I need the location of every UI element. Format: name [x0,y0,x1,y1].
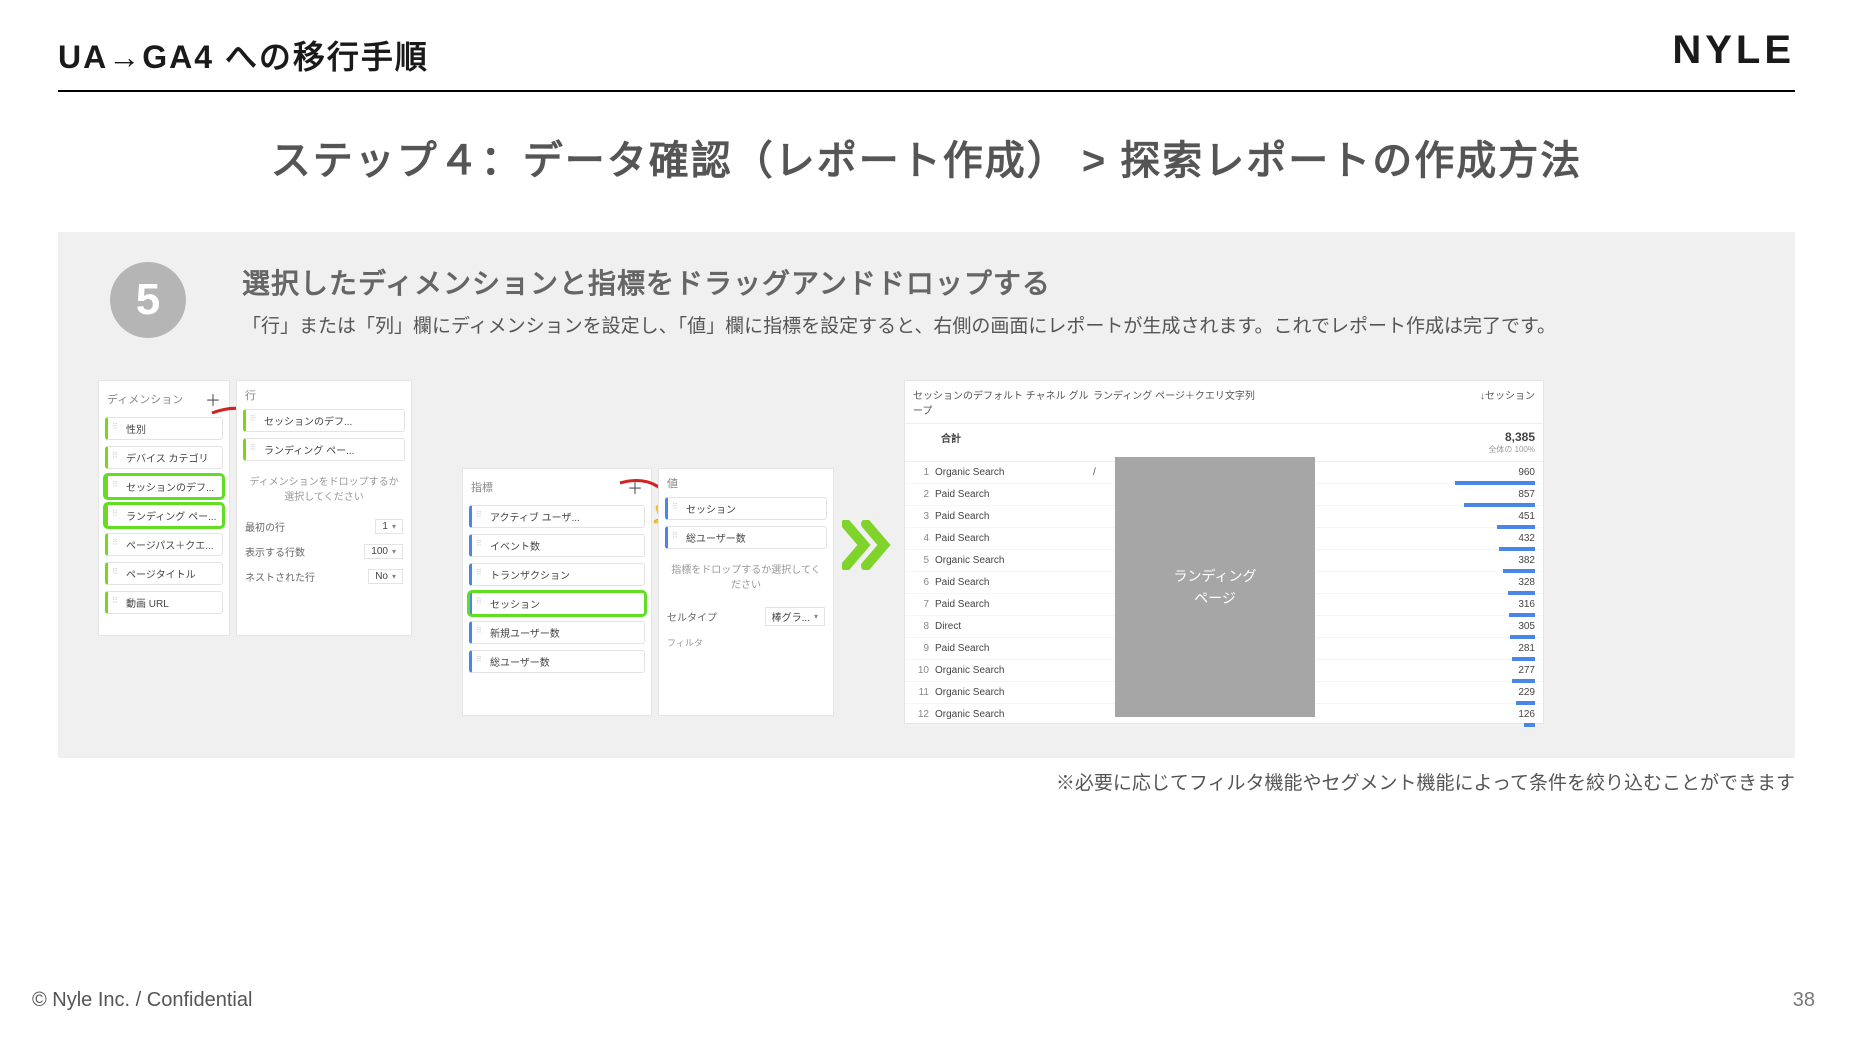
metric-pill[interactable]: ⠿総ユーザー数 [469,650,645,673]
row-value: 432 [1445,533,1535,544]
dimension-pill[interactable]: ⠿セッションのデフ... [105,475,223,498]
config-select[interactable]: No [368,569,403,584]
col-landing-page: ランディング ページ＋クエリ文字列 [1093,387,1445,417]
value-metric-pill[interactable]: ⠿セッション [665,497,827,520]
dimensions-panel: ディメンション ＋ ⠿性別 ⠿デバイス カテゴリ ⠿セッションのデフ... ⠿ランディ… [98,380,230,636]
row-index: 12 [913,709,935,720]
row-channel: Paid Search [935,643,1093,654]
result-report-panel: セッションのデフォルト チャネル グループ ランディング ページ＋クエリ文字列 … [904,380,1544,724]
config-select[interactable]: 100 [364,544,403,559]
metric-pill[interactable]: ⠿アクティブ ユーザ... [469,505,645,528]
row-channel: Organic Search [935,665,1093,676]
cell-type-select[interactable]: 棒グラ... [765,607,825,626]
row-value: 316 [1445,599,1535,610]
screenshots-row: ディメンション ＋ ⠿性別 ⠿デバイス カテゴリ ⠿セッションのデフ... ⠿ランディ… [98,380,1765,748]
metric-pill[interactable]: ⠿新規ユーザー数 [469,621,645,644]
row-index: 7 [913,599,935,610]
row-index: 6 [913,577,935,588]
dimension-pill[interactable]: ⠿ページパス＋クエ... [105,533,223,556]
total-label: 合計 [913,430,1093,455]
row-value: 857 [1445,489,1535,500]
dimension-pill[interactable]: ⠿動画 URL [105,591,223,614]
config-label: ネストされた行 [245,569,315,584]
rows-config-panel: 行 ⠿セッションのデフ... ⠿ランディング ペー... ディメンションをドロップ… [236,380,412,636]
header-title: UA→GA4 への移行手順 [58,32,1795,78]
rows-drop-hint[interactable]: ディメンションをドロップするか選択してください [243,467,405,509]
row-value: 960 [1445,467,1535,478]
row-channel: Organic Search [935,555,1093,566]
row-index: 10 [913,665,935,676]
metric-pill[interactable]: ⠿トランザクション [469,563,645,586]
values-title: 値 [667,475,678,491]
step-heading: 選択したディメンションと指標をドラッグアンドドロップする [242,262,1761,302]
add-metric-icon[interactable]: ＋ [627,475,643,499]
config-label: 表示する行数 [245,544,305,559]
row-dimension-pill[interactable]: ⠿セッションのデフ... [243,409,405,432]
values-panel: 値 ⠿セッション ⠿総ユーザー数 指標をドロップするか選択してください セルタイプ… [658,468,834,716]
row-index: 4 [913,533,935,544]
config-select[interactable]: 1 [375,519,403,534]
dimension-pill[interactable]: ⠿性別 [105,417,223,440]
dimension-pill[interactable]: ⠿ページタイトル [105,562,223,585]
row-channel: Paid Search [935,577,1093,588]
values-drop-hint[interactable]: 指標をドロップするか選択してください [665,555,827,597]
row-index: 2 [913,489,935,500]
config-label: 最初の行 [245,519,285,534]
footnote: ※必要に応じてフィルタ機能やセグメント機能によって条件を絞り込むことができます [0,768,1795,795]
footer-confidential: © Nyle Inc. / Confidential [32,989,252,1012]
col-sessions[interactable]: ↓セッション [1445,387,1535,417]
dimension-pill[interactable]: ⠿デバイス カテゴリ [105,446,223,469]
content-panel: 5 選択したディメンションと指標をドラッグアンドドロップする 「行」または「列」… [58,232,1795,758]
row-value: 328 [1445,577,1535,588]
row-value: 305 [1445,621,1535,632]
metrics-title: 指標 [471,479,493,495]
step-number-badge: 5 [110,262,186,338]
slide-header: UA→GA4 への移行手順 NYLE [58,32,1795,92]
page-number: 38 [1793,989,1815,1012]
row-landing-page: / [1093,467,1096,478]
add-dimension-icon[interactable]: ＋ [205,387,221,411]
row-index: 11 [913,687,935,698]
row-channel: Organic Search [935,687,1093,698]
metrics-panel: 指標 ＋ ⠿アクティブ ユーザ... ⠿イベント数 ⠿トランザクション ⠿セッション ⠿… [462,468,652,716]
brand-logo: NYLE [1672,28,1795,73]
filter-label: フィルタ [659,634,833,651]
row-index: 8 [913,621,935,632]
dimension-pill[interactable]: ⠿ランディング ペー... [105,504,223,527]
row-value: 451 [1445,511,1535,522]
metric-pill[interactable]: ⠿セッション [469,592,645,615]
main-title: ステップ４：データ確認（レポート作成） > 探索レポートの作成方法 [0,128,1853,186]
value-metric-pill[interactable]: ⠿総ユーザー数 [665,526,827,549]
cell-type-label: セルタイプ [667,609,717,624]
row-channel: Paid Search [935,511,1093,522]
row-value: 126 [1445,709,1535,720]
row-index: 3 [913,511,935,522]
dimensions-title: ディメンション [107,391,183,407]
rows-title: 行 [245,387,256,403]
row-channel: Paid Search [935,533,1093,544]
row-index: 1 [913,467,935,478]
row-index: 5 [913,555,935,566]
row-value: 277 [1445,665,1535,676]
row-index: 9 [913,643,935,654]
total-value: 8,385 [1505,430,1535,444]
row-value: 229 [1445,687,1535,698]
total-subtext: 全体の 100% [1445,444,1535,455]
row-value: 281 [1445,643,1535,654]
row-channel: Paid Search [935,489,1093,500]
double-chevron-icon [842,520,892,570]
metric-pill[interactable]: ⠿イベント数 [469,534,645,557]
landing-page-redaction: ランディング ページ [1115,457,1315,717]
row-channel: Organic Search [935,467,1093,478]
row-channel: Paid Search [935,599,1093,610]
row-value: 382 [1445,555,1535,566]
row-channel: Direct [935,621,1093,632]
row-dimension-pill[interactable]: ⠿ランディング ペー... [243,438,405,461]
col-channel-group: セッションのデフォルト チャネル グループ [913,387,1093,417]
row-channel: Organic Search [935,709,1093,720]
step-description: 「行」または「列」欄にディメンションを設定し、「値」欄に指標を設定すると、右側の… [242,312,1761,342]
